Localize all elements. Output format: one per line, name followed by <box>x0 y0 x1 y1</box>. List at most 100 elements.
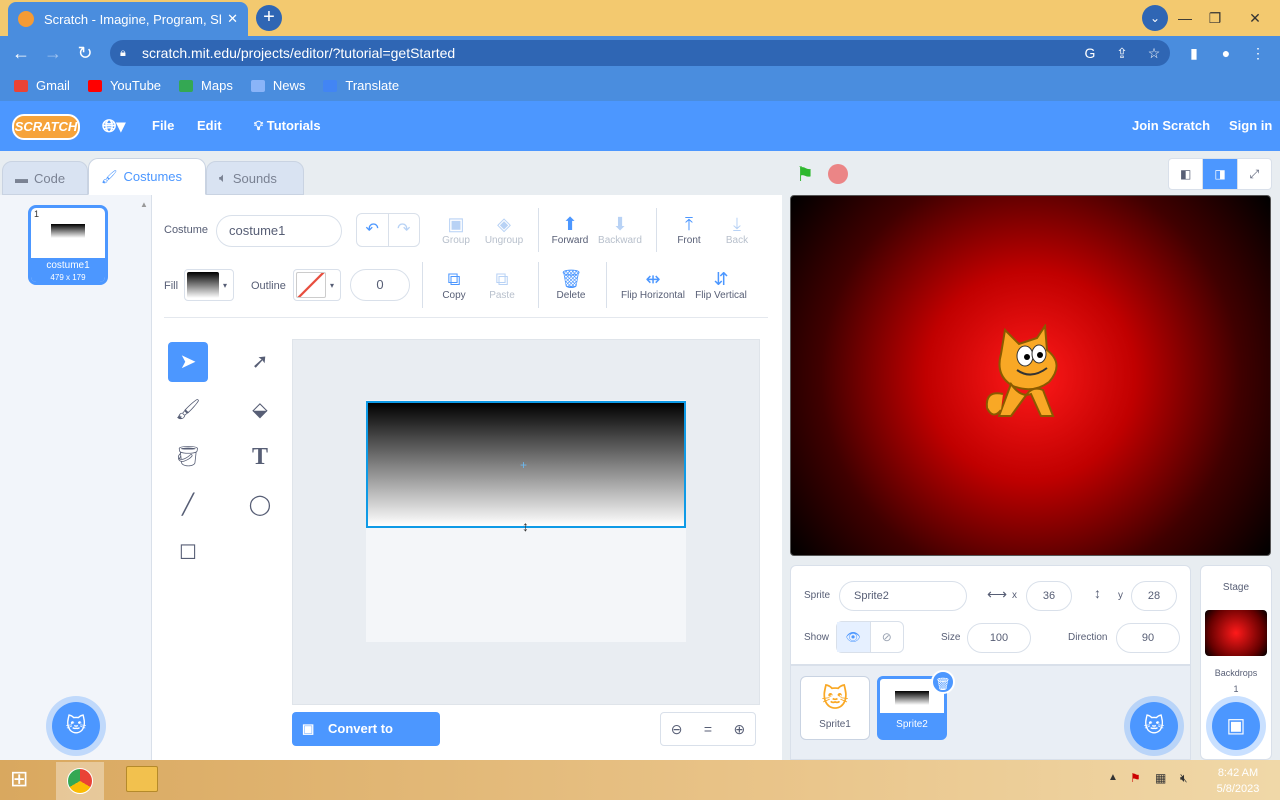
windows-taskbar <box>0 760 1280 800</box>
zoom-out-icon[interactable]: ⊖ <box>661 713 692 745</box>
fullscreen-icon[interactable]: ⤢ <box>1238 159 1271 189</box>
flip-vertical-button[interactable]: ⇵ Flip Vertical <box>690 268 752 301</box>
tab-code[interactable]: ▬ Code <box>2 161 88 195</box>
back-icon[interactable]: ← <box>6 36 36 70</box>
reload-icon[interactable]: ↻ <box>70 36 100 70</box>
close-window-icon[interactable]: ✕ <box>1230 10 1280 27</box>
bookmark-gmail[interactable]: Gmail <box>14 78 70 93</box>
sprite-label: Sprite <box>804 590 831 601</box>
fill-tool-icon[interactable]: 🪣︎ <box>168 437 208 477</box>
fill-color-picker[interactable]: ▾ <box>184 269 234 301</box>
minimize-icon[interactable]: — <box>1170 10 1200 26</box>
new-tab-button[interactable]: + <box>256 5 282 31</box>
sprite-item-sprite1[interactable]: 🐱︎ Sprite1 <box>800 676 870 740</box>
eye-icon[interactable]: 👁︎ <box>837 622 871 652</box>
costume-name-label: Costume <box>164 224 209 236</box>
address-bar[interactable]: 🔒︎ scratch.mit.edu/projects/editor/?tuto… <box>110 40 1170 66</box>
scratch-cat-sprite[interactable] <box>981 324 1071 428</box>
backward-button[interactable]: ⬇ Backward <box>590 213 650 246</box>
bookmark-maps[interactable]: Maps <box>179 78 233 93</box>
flag-tray-icon[interactable]: ⚑ <box>1130 771 1141 785</box>
menu-dots-icon[interactable]: ⋮ <box>1246 40 1270 66</box>
google-icon[interactable]: G <box>1078 40 1102 66</box>
stage-thumbnail <box>1205 610 1267 656</box>
eye-slash-icon[interactable]: ⊘ <box>871 622 904 652</box>
sprite-name-input[interactable]: Sprite2 <box>839 581 967 611</box>
direction-input[interactable]: 90 <box>1116 623 1180 653</box>
costume-name-input[interactable]: costume1 <box>216 215 342 247</box>
tab-search-icon[interactable]: ⌄ <box>1142 5 1168 31</box>
bookmark-youtube[interactable]: YouTube <box>87 78 161 93</box>
brush-tool-icon[interactable]: 🖌︎ <box>168 390 208 430</box>
brush-icon: 🖌︎ <box>101 168 118 184</box>
select-tool-icon[interactable]: ➤ <box>168 342 208 382</box>
tutorials-button[interactable]: 💡︎ Tutorials <box>254 101 321 151</box>
reshape-tool-icon[interactable]: ➚ <box>240 342 280 382</box>
maximize-icon[interactable]: ❐ <box>1200 10 1230 27</box>
file-menu[interactable]: File <box>152 101 174 151</box>
maps-icon <box>179 79 194 92</box>
stop-icon[interactable] <box>828 164 848 184</box>
back-button[interactable]: ⤓ Back <box>707 213 767 246</box>
network-tray-icon[interactable]: ▦ <box>1155 771 1166 785</box>
backdrops-label: Backdrops <box>1214 668 1258 678</box>
join-scratch-link[interactable]: Join Scratch <box>1132 101 1210 151</box>
delete-button[interactable]: 🗑︎ Delete <box>541 268 601 301</box>
text-tool-icon[interactable]: T <box>240 437 280 477</box>
scratch-logo[interactable]: SCRATCH <box>12 114 80 140</box>
eraser-tool-icon[interactable]: ⬙ <box>240 390 280 430</box>
zoom-in-icon[interactable]: ⊕ <box>724 713 755 745</box>
costume-thumbnail <box>51 224 85 238</box>
volume-muted-icon[interactable]: 🔇︎ <box>1180 771 1188 786</box>
small-stage-icon[interactable]: ◧ <box>1169 159 1204 189</box>
profile-icon[interactable]: ● <box>1214 40 1238 66</box>
size-input[interactable]: 100 <box>967 623 1031 653</box>
side-panel-icon[interactable]: ▮ <box>1182 40 1206 66</box>
tray-up-arrow-icon[interactable]: ▲ <box>1108 772 1118 783</box>
forward-icon[interactable]: → <box>38 36 68 70</box>
rectangle-tool-icon[interactable]: ☐ <box>168 533 208 573</box>
y-input[interactable]: 28 <box>1131 581 1177 611</box>
zoom-reset-button[interactable]: = <box>692 713 723 745</box>
normal-stage-icon[interactable]: ◨ <box>1203 159 1238 189</box>
outline-width-input[interactable]: 0 <box>350 269 410 301</box>
outline-color-picker[interactable]: ▾ <box>293 269 341 301</box>
language-globe-icon[interactable]: 🌐︎▾ <box>102 101 125 151</box>
share-icon[interactable]: ⇪ <box>1110 40 1134 66</box>
sign-in-link[interactable]: Sign in <box>1229 101 1272 151</box>
bookmark-news[interactable]: News <box>250 78 305 93</box>
windows-start-icon[interactable]: ⊞ <box>10 766 28 792</box>
tab-sounds[interactable]: 🔈︎ Sounds <box>206 161 304 195</box>
outline-label: Outline <box>251 280 286 292</box>
edit-menu[interactable]: Edit <box>197 101 222 151</box>
costume-item[interactable]: 1 costume1 479 x 179 <box>28 205 108 285</box>
green-flag-icon[interactable]: ⚑ <box>796 162 814 187</box>
paste-button[interactable]: ⧉ Paste <box>472 268 532 301</box>
chrome-icon <box>67 768 93 794</box>
flip-horizontal-button[interactable]: ⇹ Flip Horizontal <box>618 268 688 301</box>
undo-icon[interactable]: ↶ <box>357 214 389 246</box>
scroll-up-icon[interactable]: ▲ <box>140 200 148 209</box>
stage-canvas[interactable] <box>790 195 1271 556</box>
tab-costumes[interactable]: 🖌︎ Costumes <box>88 158 206 195</box>
button-label: Back <box>725 235 749 246</box>
line-tool-icon[interactable]: ╱ <box>168 485 208 525</box>
convert-to-bitmap-button[interactable]: ▣ Convert to Bitmap <box>292 712 440 770</box>
close-tab-icon[interactable]: ✕ <box>227 11 238 27</box>
toolbar-divider <box>164 317 768 318</box>
choose-costume-button[interactable]: 🐱︎ <box>52 702 100 750</box>
redo-icon[interactable]: ↷ <box>389 214 420 246</box>
choose-backdrop-button[interactable]: ▣ <box>1212 702 1260 750</box>
file-explorer-icon[interactable] <box>126 766 158 792</box>
x-input[interactable]: 36 <box>1026 581 1072 611</box>
bookmark-translate[interactable]: Translate <box>323 78 399 93</box>
star-icon[interactable]: ☆ <box>1142 40 1166 66</box>
chrome-taskbar-item[interactable] <box>56 762 104 800</box>
circle-tool-icon[interactable]: ◯ <box>240 485 280 525</box>
choose-sprite-button[interactable]: 🐱︎ <box>1130 702 1178 750</box>
resize-cursor-icon: ↕ <box>522 518 529 534</box>
browser-tab[interactable]: Scratch - Imagine, Program, Share ✕ <box>8 2 248 36</box>
ungroup-button[interactable]: ◈ Ungroup <box>474 213 534 246</box>
delete-sprite-icon[interactable]: 🗑︎ <box>931 670 955 694</box>
taskbar-clock[interactable]: 8:42 AM 5/8/2023 <box>1208 765 1268 797</box>
